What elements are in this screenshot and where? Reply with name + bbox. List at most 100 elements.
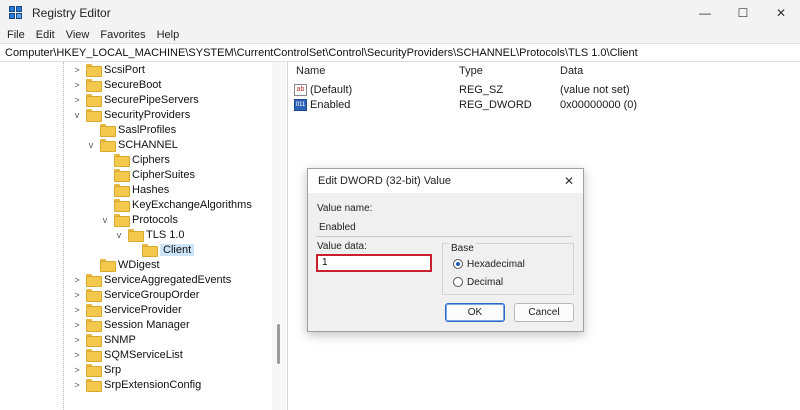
value-row-enabled[interactable]: 011 Enabled REG_DWORD 0x00000000 (0) [289, 98, 800, 114]
tree-scrollbar[interactable] [272, 62, 286, 410]
binary-value-icon: 011 [294, 99, 307, 111]
chevron-right-icon[interactable]: > [72, 80, 82, 90]
tree-item-wdigest[interactable]: WDigest [86, 257, 160, 272]
address-bar[interactable]: Computer\HKEY_LOCAL_MACHINE\SYSTEM\Curre… [0, 43, 800, 62]
chevron-down-icon[interactable]: v [100, 215, 110, 225]
value-name-label: Value name: [317, 203, 373, 214]
dialog-close-button[interactable]: ✕ [561, 173, 577, 189]
folder-icon [86, 289, 102, 302]
radio-hexadecimal[interactable]: Hexadecimal [453, 257, 525, 271]
folder-icon [86, 349, 102, 362]
scrollbar-thumb[interactable] [277, 324, 280, 364]
folder-icon [86, 364, 102, 377]
folder-icon [86, 274, 102, 287]
folder-icon [86, 304, 102, 317]
tree-item-servicegrouporder[interactable]: > ServiceGroupOrder [72, 287, 199, 302]
chevron-down-icon[interactable]: v [86, 140, 96, 150]
minimize-button[interactable]: — [686, 0, 724, 26]
tree-item-snmp[interactable]: > SNMP [72, 332, 136, 347]
folder-open-icon [142, 244, 158, 257]
value-type: REG_DWORD [459, 99, 532, 111]
tree-item-srp[interactable]: > Srp [72, 362, 121, 377]
folder-icon [86, 94, 102, 107]
menu-view[interactable]: View [66, 29, 90, 41]
value-data: (value not set) [560, 84, 630, 96]
folder-icon [86, 109, 102, 122]
tree-item-hashes[interactable]: Hashes [100, 182, 169, 197]
tree-item-client[interactable]: Client [128, 242, 195, 257]
radio-hexadecimal-label: Hexadecimal [467, 258, 525, 270]
menu-bar: File Edit View Favorites Help [0, 26, 800, 43]
value-name-underline [316, 236, 572, 237]
chevron-right-icon[interactable]: > [72, 275, 82, 285]
tree-item-ciphers[interactable]: Ciphers [100, 152, 170, 167]
menu-edit[interactable]: Edit [36, 29, 55, 41]
edit-dword-dialog: Edit DWORD (32-bit) Value ✕ Value name: … [307, 168, 584, 332]
base-label: Base [449, 243, 476, 254]
chevron-down-icon[interactable]: v [72, 110, 82, 120]
tree-item-saslprofiles[interactable]: SaslProfiles [86, 122, 176, 137]
folder-icon [86, 319, 102, 332]
tree-item-scsiport[interactable]: > ScsiPort [72, 62, 145, 77]
folder-icon [128, 229, 144, 242]
folder-icon [100, 139, 116, 152]
tree-item-securityproviders[interactable]: v SecurityProviders [72, 107, 190, 122]
cancel-button[interactable]: Cancel [514, 303, 574, 322]
chevron-right-icon[interactable]: > [72, 365, 82, 375]
value-type: REG_SZ [459, 84, 504, 96]
dialog-title: Edit DWORD (32-bit) Value [318, 175, 452, 187]
tree-item-sqmservicelist[interactable]: > SQMServiceList [72, 347, 183, 362]
radio-unselected-icon[interactable] [453, 277, 463, 287]
tree-item-securepipeservers[interactable]: > SecurePipeServers [72, 92, 199, 107]
value-name: (Default) [310, 84, 353, 96]
value-row-default[interactable]: ab (Default) REG_SZ (value not set) [289, 83, 800, 99]
string-value-icon: ab [294, 84, 307, 96]
tree-item-keyexchangealgorithms[interactable]: KeyExchangeAlgorithms [100, 197, 252, 212]
folder-icon [100, 124, 116, 137]
tree-item-serviceprovider[interactable]: > ServiceProvider [72, 302, 182, 317]
column-type-header[interactable]: Type [459, 65, 483, 77]
title-bar: Registry Editor — ☐ ✕ [0, 0, 800, 26]
chevron-right-icon[interactable]: > [72, 65, 82, 75]
folder-icon [86, 79, 102, 92]
chevron-right-icon[interactable]: > [72, 350, 82, 360]
menu-favorites[interactable]: Favorites [100, 29, 145, 41]
value-data-input[interactable]: 1 [316, 254, 432, 272]
maximize-button[interactable]: ☐ [724, 0, 762, 26]
folder-icon [114, 214, 130, 227]
close-button[interactable]: ✕ [762, 0, 800, 26]
chevron-right-icon[interactable]: > [72, 320, 82, 330]
value-name: Enabled [310, 99, 351, 111]
tree-item-secureboot[interactable]: > SecureBoot [72, 77, 161, 92]
menu-help[interactable]: Help [157, 29, 180, 41]
menu-file[interactable]: File [7, 29, 25, 41]
tree-item-session-manager[interactable]: > Session Manager [72, 317, 190, 332]
chevron-right-icon[interactable]: > [72, 305, 82, 315]
value-data: 0x00000000 (0) [560, 99, 638, 111]
ok-button[interactable]: OK [445, 303, 505, 322]
window-title: Registry Editor [32, 6, 111, 20]
registry-editor-icon [9, 6, 23, 20]
tree-item-srpextensionconfig[interactable]: > SrpExtensionConfig [72, 377, 201, 392]
radio-decimal[interactable]: Decimal [453, 275, 503, 289]
column-data-header[interactable]: Data [560, 65, 583, 77]
folder-icon [114, 184, 130, 197]
chevron-right-icon[interactable]: > [72, 95, 82, 105]
column-name-header[interactable]: Name [296, 65, 325, 77]
tree-item-schannel[interactable]: v SCHANNEL [86, 137, 178, 152]
folder-icon [114, 169, 130, 182]
tree-item-tls-1-0[interactable]: v TLS 1.0 [114, 227, 185, 242]
chevron-right-icon[interactable]: > [72, 335, 82, 345]
chevron-right-icon[interactable]: > [72, 380, 82, 390]
tree-item-serviceaggregatedevents[interactable]: > ServiceAggregatedEvents [72, 272, 231, 287]
radio-decimal-label: Decimal [467, 276, 504, 288]
tree-item-protocols[interactable]: v Protocols [100, 212, 178, 227]
chevron-right-icon[interactable]: > [72, 290, 82, 300]
chevron-down-icon[interactable]: v [114, 230, 124, 240]
folder-icon [86, 64, 102, 77]
value-data-label: Value data: [317, 241, 367, 252]
folder-icon [86, 379, 102, 392]
dialog-title-bar[interactable]: Edit DWORD (32-bit) Value ✕ [308, 169, 583, 193]
tree-item-ciphersuites[interactable]: CipherSuites [100, 167, 195, 182]
radio-selected-icon[interactable] [453, 259, 463, 269]
